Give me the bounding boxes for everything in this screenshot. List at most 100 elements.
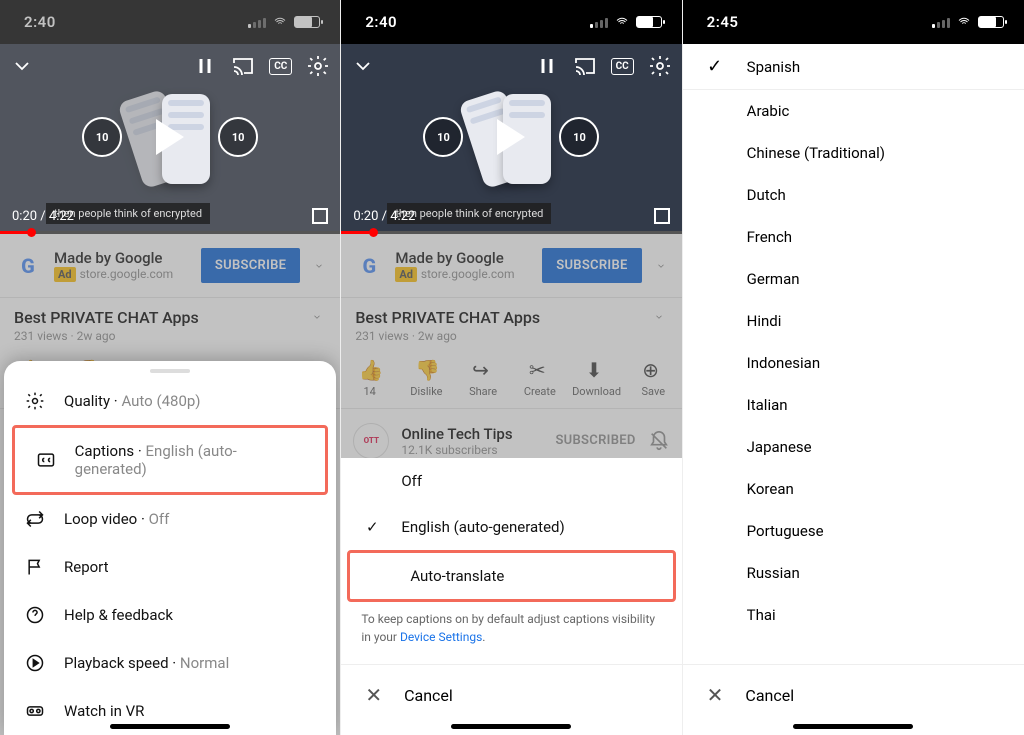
video-player[interactable]: CC 10 10 then people think of encrypted … bbox=[0, 44, 340, 234]
language-label: Arabic bbox=[747, 102, 790, 120]
channel-avatar: OTT bbox=[353, 423, 389, 459]
ad-chip: Ad bbox=[54, 267, 76, 282]
sheet-handle[interactable] bbox=[150, 369, 190, 373]
language-option[interactable]: Korean bbox=[683, 468, 1024, 510]
google-logo-icon: G bbox=[12, 250, 44, 282]
language-option[interactable]: Japanese bbox=[683, 426, 1024, 468]
subscribe-button[interactable]: SUBSCRIBE bbox=[542, 248, 641, 283]
language-option[interactable]: Arabic bbox=[683, 90, 1024, 132]
chevron-down-icon[interactable] bbox=[10, 54, 34, 78]
player-time: 0:20 / 4:22 bbox=[353, 209, 415, 224]
gear-icon[interactable] bbox=[306, 54, 330, 78]
language-label: Italian bbox=[747, 396, 788, 414]
video-title[interactable]: Best PRIVATE CHAT Apps bbox=[14, 308, 199, 327]
action-bar: 👍14 👎Dislike ↪Share ✂Create ⬇Download ⊕S… bbox=[341, 353, 681, 409]
chevron-down-icon[interactable] bbox=[351, 54, 375, 78]
player-time: 0:20 / 4:22 bbox=[12, 209, 74, 224]
language-label: French bbox=[747, 228, 792, 246]
progress-bar[interactable] bbox=[341, 231, 681, 234]
language-option[interactable]: Portuguese bbox=[683, 510, 1024, 552]
language-label: Thai bbox=[747, 606, 776, 624]
ad-row[interactable]: G Made by Google Adstore.google.com SUBS… bbox=[341, 234, 681, 298]
dislike-button[interactable]: 👎Dislike bbox=[398, 359, 454, 398]
ad-chip: Ad bbox=[395, 267, 417, 282]
fullscreen-icon[interactable] bbox=[654, 208, 670, 224]
cellular-icon bbox=[932, 16, 950, 28]
cc-icon[interactable]: CC bbox=[269, 58, 292, 75]
cast-icon[interactable] bbox=[231, 54, 255, 78]
language-label: Korean bbox=[747, 480, 794, 498]
share-button[interactable]: ↪Share bbox=[455, 359, 511, 398]
captions-english-option[interactable]: ✓English (auto-generated) bbox=[341, 504, 681, 550]
captions-off-option[interactable]: Off bbox=[341, 458, 681, 504]
download-button[interactable]: ⬇Download bbox=[569, 359, 625, 398]
screen-captions-sheet: 2:40 CC 10 10 then people think of encry… bbox=[341, 0, 682, 735]
device-settings-link[interactable]: Device Settings bbox=[400, 630, 482, 644]
language-label: Portuguese bbox=[747, 522, 824, 540]
language-label: German bbox=[747, 270, 800, 288]
loop-option[interactable]: Loop video · Off bbox=[4, 495, 336, 543]
language-option[interactable]: German bbox=[683, 258, 1024, 300]
status-time: 2:40 bbox=[24, 13, 56, 31]
language-list: ✓ Spanish Arabic Chinese (Traditional) Dut… bbox=[683, 44, 1024, 735]
language-option[interactable]: Hindi bbox=[683, 300, 1024, 342]
playback-speed-option[interactable]: Playback speed · Normal bbox=[4, 639, 336, 687]
create-button[interactable]: ✂Create bbox=[512, 359, 568, 398]
language-option[interactable]: Dutch bbox=[683, 174, 1024, 216]
seek-forward-button[interactable]: 10 bbox=[559, 117, 599, 157]
chevron-down-icon[interactable] bbox=[650, 308, 668, 326]
language-option[interactable]: Russian bbox=[683, 552, 1024, 594]
chevron-down-icon[interactable] bbox=[652, 257, 670, 275]
chevron-down-icon[interactable] bbox=[308, 308, 326, 326]
play-button[interactable] bbox=[497, 119, 525, 155]
progress-bar[interactable] bbox=[0, 231, 340, 234]
google-logo-icon: G bbox=[353, 250, 385, 282]
ad-title: Made by Google bbox=[395, 249, 532, 267]
like-button[interactable]: 👍14 bbox=[342, 359, 398, 398]
ad-row[interactable]: G Made by Google Adstore.google.com SUBS… bbox=[0, 234, 340, 298]
check-icon: ✓ bbox=[361, 518, 383, 536]
language-selected[interactable]: ✓ Spanish bbox=[683, 44, 1024, 89]
status-time: 2:40 bbox=[365, 13, 397, 31]
wifi-icon bbox=[614, 16, 630, 28]
status-bar: 2:45 bbox=[683, 0, 1024, 44]
seek-forward-button[interactable]: 10 bbox=[218, 117, 258, 157]
language-option[interactable]: Italian bbox=[683, 384, 1024, 426]
auto-translate-option[interactable]: Auto-translate bbox=[350, 553, 672, 599]
subscribed-label[interactable]: SUBSCRIBED bbox=[555, 433, 635, 448]
status-icons bbox=[248, 16, 320, 28]
gear-icon[interactable] bbox=[648, 54, 672, 78]
language-label: Hindi bbox=[747, 312, 782, 330]
language-label: Chinese (Traditional) bbox=[747, 144, 885, 162]
quality-option[interactable]: Quality · Auto (480p) bbox=[4, 377, 336, 425]
captions-option[interactable]: Captions · English (auto-generated) bbox=[15, 428, 325, 492]
home-indicator[interactable] bbox=[451, 724, 571, 729]
report-option[interactable]: Report bbox=[4, 543, 336, 591]
seek-back-button[interactable]: 10 bbox=[423, 117, 463, 157]
chevron-down-icon[interactable] bbox=[310, 257, 328, 275]
cast-icon[interactable] bbox=[573, 54, 597, 78]
language-option[interactable]: Indonesian bbox=[683, 342, 1024, 384]
subscribe-button[interactable]: SUBSCRIBE bbox=[201, 248, 300, 283]
close-icon: ✕ bbox=[707, 683, 724, 707]
help-option[interactable]: Help & feedback bbox=[4, 591, 336, 639]
language-option[interactable]: French bbox=[683, 216, 1024, 258]
cellular-icon bbox=[590, 16, 608, 28]
seek-back-button[interactable]: 10 bbox=[82, 117, 122, 157]
cc-icon[interactable]: CC bbox=[611, 58, 634, 75]
video-title[interactable]: Best PRIVATE CHAT Apps bbox=[355, 308, 540, 327]
language-label: Japanese bbox=[747, 438, 812, 456]
home-indicator[interactable] bbox=[110, 724, 230, 729]
fullscreen-icon[interactable] bbox=[312, 208, 328, 224]
pause-icon[interactable] bbox=[193, 54, 217, 78]
pause-icon[interactable] bbox=[535, 54, 559, 78]
language-option[interactable]: Thai bbox=[683, 594, 1024, 636]
play-button[interactable] bbox=[156, 119, 184, 155]
save-button[interactable]: ⊕Save bbox=[625, 359, 681, 398]
status-time: 2:45 bbox=[707, 13, 739, 31]
home-indicator[interactable] bbox=[793, 724, 913, 729]
battery-icon bbox=[636, 16, 662, 28]
bell-icon[interactable] bbox=[648, 430, 670, 452]
language-option[interactable]: Chinese (Traditional) bbox=[683, 132, 1024, 174]
video-player[interactable]: CC 10 10 then people think of encrypted … bbox=[341, 44, 681, 234]
